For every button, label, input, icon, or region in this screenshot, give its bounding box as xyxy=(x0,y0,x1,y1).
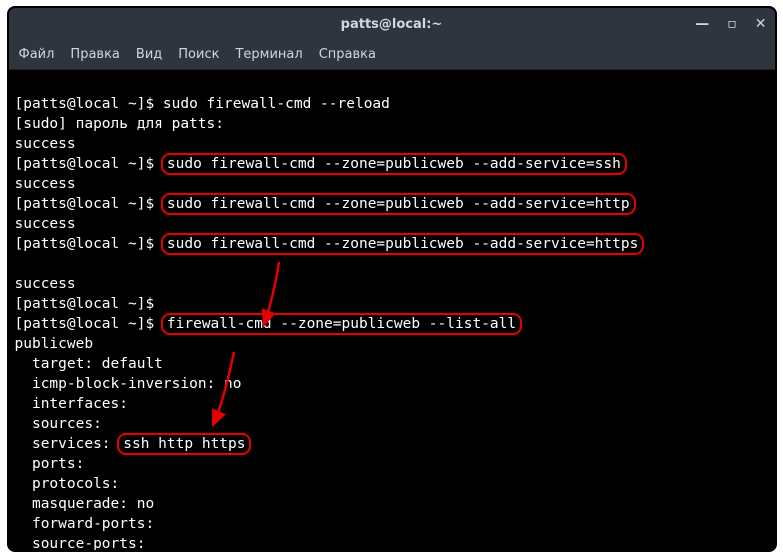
menu-terminal[interactable]: Терминал xyxy=(235,47,302,62)
output-line: success xyxy=(15,136,76,152)
output-line: sources: xyxy=(15,416,102,432)
menu-edit[interactable]: Правка xyxy=(70,47,119,62)
menu-view[interactable]: Вид xyxy=(136,47,162,62)
highlight-cmd-https: sudo firewall-cmd --zone=publicweb --add… xyxy=(161,233,644,255)
highlight-services: ssh http https xyxy=(117,433,251,455)
output-line: success xyxy=(15,176,76,192)
maximize-icon[interactable]: ▫ xyxy=(727,16,737,32)
output-line: [sudo] пароль для patts: xyxy=(15,116,225,132)
highlight-cmd-list: firewall-cmd --zone=publicweb --list-all xyxy=(161,313,522,335)
terminal-area[interactable]: [patts@local ~]$ sudo firewall-cmd --rel… xyxy=(9,70,775,550)
output-line: icmp-block-inversion: no xyxy=(15,376,242,392)
output-line: interfaces: xyxy=(15,396,129,412)
menubar: Файл Правка Вид Поиск Терминал Справка xyxy=(9,40,775,70)
close-icon[interactable]: ✕ xyxy=(755,16,767,32)
output-line: success xyxy=(15,216,76,232)
output-line: target: default xyxy=(15,356,163,372)
titlebar: patts@local:~ — ▫ ✕ xyxy=(9,8,775,40)
command: sudo firewall-cmd --reload xyxy=(163,96,390,112)
prompt: [patts@local ~]$ xyxy=(15,236,163,252)
window-controls: — ▫ ✕ xyxy=(695,8,766,40)
window-title: patts@local:~ xyxy=(341,17,443,32)
output-line: source-ports: xyxy=(15,536,146,550)
output-line: forward-ports: xyxy=(15,516,155,532)
prompt: [patts@local ~]$ xyxy=(15,96,163,112)
minimize-icon[interactable]: — xyxy=(695,16,709,32)
menu-file[interactable]: Файл xyxy=(19,47,55,62)
output-line: success xyxy=(15,276,76,292)
menu-search[interactable]: Поиск xyxy=(178,47,219,62)
prompt: [patts@local ~]$ xyxy=(15,196,163,212)
highlight-cmd-ssh: sudo firewall-cmd --zone=publicweb --add… xyxy=(161,153,627,175)
prompt: [patts@local ~]$ xyxy=(15,316,163,332)
menu-help[interactable]: Справка xyxy=(319,47,376,62)
output-line: services: xyxy=(15,436,120,452)
terminal-window: patts@local:~ — ▫ ✕ Файл Правка Вид Поис… xyxy=(7,6,777,552)
output-line: protocols: xyxy=(15,476,120,492)
prompt: [patts@local ~]$ xyxy=(15,156,163,172)
output-line: publicweb xyxy=(15,336,94,352)
output-line: masquerade: no xyxy=(15,496,155,512)
prompt: [patts@local ~]$ xyxy=(15,296,163,312)
highlight-cmd-http: sudo firewall-cmd --zone=publicweb --add… xyxy=(161,193,636,215)
output-line: ports: xyxy=(15,456,85,472)
